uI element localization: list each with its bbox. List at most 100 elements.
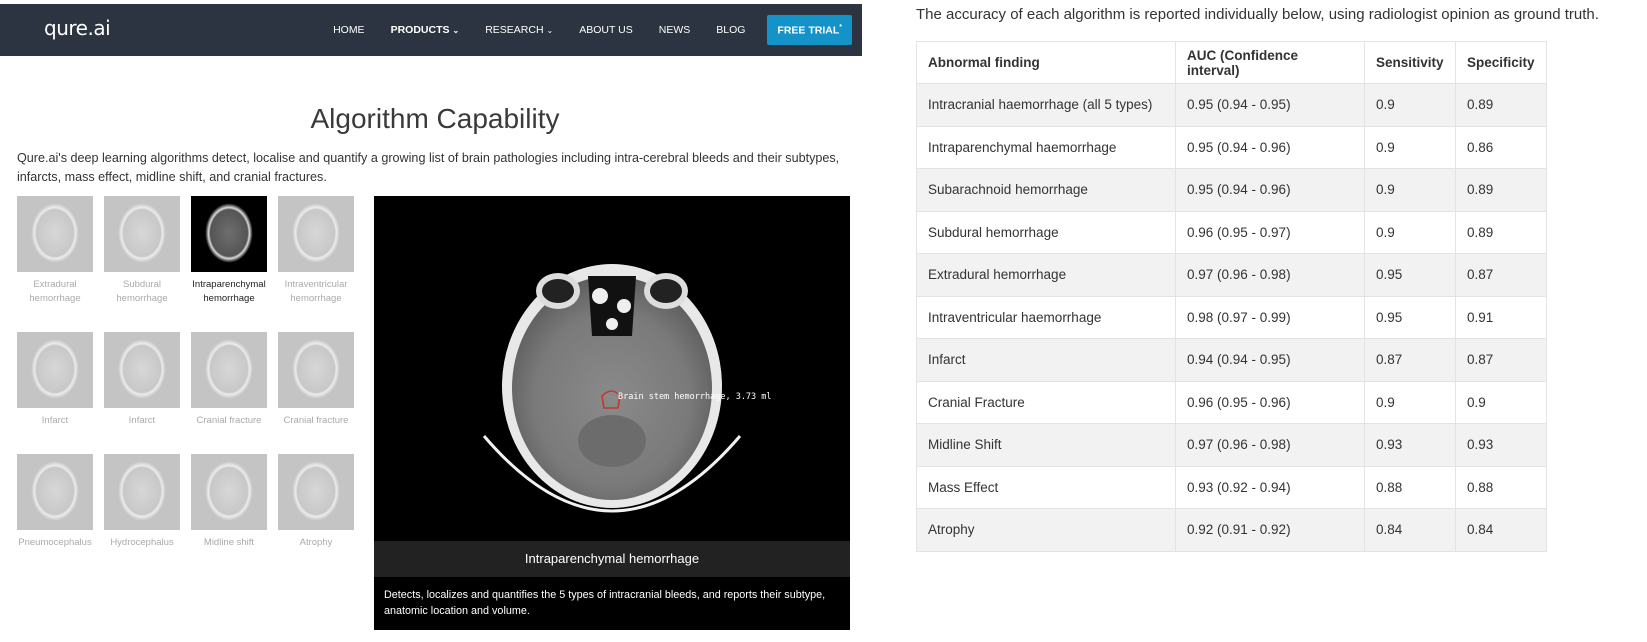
- ct-thumbnail-image: [191, 332, 267, 408]
- table-cell: 0.96 (0.95 - 0.97): [1175, 210, 1365, 254]
- logo[interactable]: qure.ai: [44, 16, 111, 40]
- table-cell: 0.86: [1455, 125, 1547, 169]
- column-header: Specificity: [1455, 41, 1547, 84]
- nav-news[interactable]: NEWS: [659, 24, 691, 36]
- table-cell: 0.94 (0.94 - 0.95): [1175, 338, 1365, 382]
- thumbnail-atrophy[interactable]: Atrophy: [278, 454, 354, 550]
- ct-thumbnail-image: [191, 454, 267, 530]
- table-cell: 0.89: [1455, 83, 1547, 127]
- table-cell: 0.92 (0.91 - 0.92): [1175, 508, 1365, 552]
- table-cell: 0.88: [1455, 465, 1547, 509]
- table-cell: 0.93: [1455, 423, 1547, 467]
- table-cell: Extradural hemorrhage: [916, 253, 1176, 297]
- thumbnail-intraparenchymal[interactable]: Intraparenchymal hemorrhage: [191, 196, 267, 306]
- table-cell: 0.95 (0.94 - 0.96): [1175, 168, 1365, 212]
- table-cell: 0.95: [1364, 295, 1456, 339]
- thumbnail-infarct-2[interactable]: Infarct: [104, 332, 180, 428]
- thumbnail-cranial-fracture-1[interactable]: Cranial fracture: [191, 332, 267, 428]
- thumbnail-label: Intraventricular hemorrhage: [284, 279, 348, 304]
- table-cell: 0.93: [1364, 423, 1456, 467]
- nav-blog[interactable]: BLOG: [716, 24, 745, 36]
- table-cell: 0.9: [1364, 83, 1456, 127]
- nav-news-label: NEWS: [658, 24, 691, 36]
- ct-scan-image: [482, 264, 742, 513]
- table-cell: 0.93 (0.92 - 0.94): [1175, 465, 1365, 509]
- thumbnail-label: Cranial fracture: [196, 415, 262, 426]
- table-cell: 0.97 (0.96 - 0.98): [1175, 423, 1365, 467]
- nav-home[interactable]: HOME: [333, 24, 365, 36]
- column-header: Abnormal finding: [916, 41, 1176, 84]
- table-cell: 0.89: [1455, 168, 1547, 212]
- ct-thumbnail-image: [17, 332, 93, 408]
- table-cell: 0.87: [1364, 338, 1456, 382]
- chevron-down-icon: ⌄: [546, 25, 554, 35]
- table-row: Mass Effect 0.93 (0.92 - 0.94) 0.88 0.88: [916, 465, 1547, 509]
- nav-research[interactable]: RESEARCH ⌄: [485, 24, 553, 36]
- table-cell: 0.95 (0.94 - 0.96): [1175, 125, 1365, 169]
- table-row: Cranial Fracture 0.96 (0.95 - 0.96) 0.9 …: [916, 380, 1547, 424]
- thumbnail-label: Midline shift: [203, 537, 255, 548]
- table-cell: 0.89: [1455, 210, 1547, 254]
- nav-menu: HOME PRODUCTS ⌄ RESEARCH ⌄ ABOUT US NEWS…: [307, 4, 852, 56]
- ct-scan-viewer: Brain stem hemorrhage, 3.73 ml: [374, 196, 850, 541]
- table-cell: 0.9: [1364, 210, 1456, 254]
- nav-about-label: ABOUT US: [579, 24, 633, 36]
- thumbnail-subdural[interactable]: Subdural hemorrhage: [104, 196, 180, 306]
- table-cell: 0.84: [1455, 508, 1547, 552]
- table-row: Subdural hemorrhage 0.96 (0.95 - 0.97) 0…: [916, 210, 1547, 254]
- column-header: Sensitivity: [1364, 41, 1456, 84]
- table-cell: Infarct: [916, 338, 1176, 382]
- free-trial-asterisk: *: [839, 23, 842, 31]
- nav-home-label: HOME: [333, 24, 365, 36]
- thumbnail-label: Pneumocephalus: [18, 537, 92, 548]
- table-cell: 0.9: [1364, 168, 1456, 212]
- ct-thumbnail-image: [104, 332, 180, 408]
- table-row: Intraparenchymal haemorrhage 0.95 (0.94 …: [916, 125, 1547, 169]
- table-cell: Midline Shift: [916, 423, 1176, 467]
- table-row: Infarct 0.94 (0.94 - 0.95) 0.87 0.87: [916, 338, 1547, 382]
- thumbnail-label: Infarct: [128, 415, 156, 426]
- table-cell: 0.97 (0.96 - 0.98): [1175, 253, 1365, 297]
- top-navbar: qure.ai HOME PRODUCTS ⌄ RESEARCH ⌄ ABOUT…: [0, 4, 862, 56]
- table-cell: 0.87: [1455, 253, 1547, 297]
- thumbnail-label: Hydrocephalus: [110, 537, 174, 548]
- thumbnail-midline-shift[interactable]: Midline shift: [191, 454, 267, 550]
- table-cell: 0.9: [1364, 125, 1456, 169]
- thumbnail-pneumocephalus[interactable]: Pneumocephalus: [17, 454, 93, 550]
- viewer-caption: Intraparenchymal hemorrhage: [374, 541, 850, 577]
- table-row: Subarachnoid hemorrhage 0.95 (0.94 - 0.9…: [916, 168, 1547, 212]
- free-trial-button[interactable]: FREE TRIAL*: [767, 14, 852, 46]
- table-cell: Intracranial haemorrhage (all 5 types): [916, 83, 1176, 127]
- table-cell: 0.88: [1364, 465, 1456, 509]
- table-cell: Cranial Fracture: [916, 380, 1176, 424]
- thumbnail-infarct-1[interactable]: Infarct: [17, 332, 93, 428]
- nav-products[interactable]: PRODUCTS ⌄: [391, 24, 460, 36]
- table-cell: 0.9: [1455, 380, 1547, 424]
- table-cell: 0.98 (0.97 - 0.99): [1175, 295, 1365, 339]
- thumbnail-hydrocephalus[interactable]: Hydrocephalus: [104, 454, 180, 550]
- ct-thumbnail-image: [17, 196, 93, 272]
- nav-blog-label: BLOG: [716, 24, 746, 36]
- intro-paragraph: Qure.ai's deep learning algorithms detec…: [17, 151, 840, 184]
- thumbnail-label: Intraparenchymal hemorrhage: [192, 279, 266, 304]
- ct-thumbnail-image: [17, 454, 93, 530]
- ct-thumbnail-image: [278, 332, 354, 408]
- thumbnail-label: Extradural hemorrhage: [29, 279, 81, 304]
- thumbnail-grid: Extradural hemorrhage Subdural hemorrhag…: [17, 196, 357, 556]
- table-cell: Subarachnoid hemorrhage: [916, 168, 1176, 212]
- nav-about[interactable]: ABOUT US: [579, 24, 632, 36]
- table-cell: Subdural hemorrhage: [916, 210, 1176, 254]
- free-trial-label: FREE TRIAL: [777, 24, 840, 37]
- thumbnail-label: Cranial fracture: [283, 415, 349, 426]
- thumbnail-cranial-fracture-2[interactable]: Cranial fracture: [278, 332, 354, 428]
- thumbnail-intraventricular[interactable]: Intraventricular hemorrhage: [278, 196, 354, 306]
- table-row: Midline Shift 0.97 (0.96 - 0.98) 0.93 0.…: [916, 423, 1547, 467]
- table-cell: Mass Effect: [916, 465, 1176, 509]
- nav-products-label: PRODUCTS: [390, 24, 450, 36]
- thumbnail-extradural[interactable]: Extradural hemorrhage: [17, 196, 93, 306]
- table-cell: 0.9: [1364, 380, 1456, 424]
- ct-thumbnail-image: [191, 196, 267, 272]
- table-cell: 0.91: [1455, 295, 1547, 339]
- accuracy-intro: The accuracy of each algorithm is report…: [916, 6, 1599, 23]
- ct-thumbnail-image: [104, 454, 180, 530]
